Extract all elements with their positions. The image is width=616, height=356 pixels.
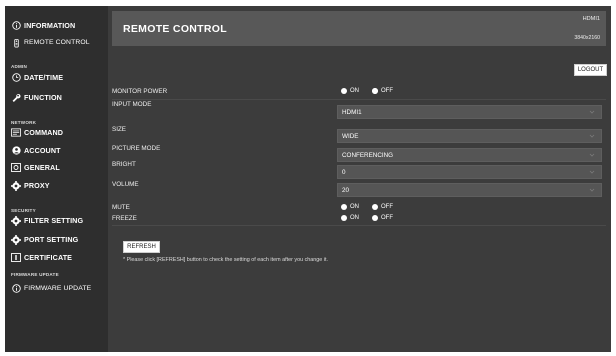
bright-value: 0	[342, 168, 346, 176]
main-panel: REMOTE CONTROL HDMI1 3840x2160 LOGOUT MO…	[108, 6, 611, 352]
mute-on-radio[interactable]: ON	[341, 204, 359, 210]
app-frame: INFORMATION REMOTE CONTROL ADMIN DATE/TI…	[5, 6, 611, 352]
sidebar-item-function[interactable]: FUNCTION	[11, 93, 62, 102]
clock-icon	[11, 73, 21, 82]
input-mode-label: INPUT MODE	[112, 101, 152, 108]
freeze-radio-group: ON OFF	[341, 213, 606, 223]
section-header-security: SECURITY	[11, 208, 36, 213]
chevron-down-icon	[589, 109, 595, 117]
chevron-down-icon	[589, 133, 595, 141]
radio-label: ON	[350, 215, 359, 221]
sidebar-item-label: CERTIFICATE	[24, 253, 73, 262]
wrench-icon	[11, 93, 21, 102]
picture-mode-value: CONFERENCING	[342, 151, 394, 159]
monitor-power-radio-group: ON OFF	[341, 85, 606, 97]
size-select[interactable]: WIDE	[337, 129, 602, 143]
certificate-icon	[11, 253, 21, 262]
volume-label: VOLUME	[112, 180, 139, 188]
sidebar-item-port-setting[interactable]: PORT SETTING	[11, 234, 79, 245]
section-header-network: NETWORK	[11, 120, 37, 125]
sidebar: INFORMATION REMOTE CONTROL ADMIN DATE/TI…	[5, 6, 108, 352]
sidebar-item-date-time[interactable]: DATE/TIME	[11, 73, 63, 82]
input-mode-value: HDMI1	[342, 108, 362, 116]
chevron-down-icon	[589, 169, 595, 177]
freeze-off-radio[interactable]: OFF	[372, 215, 393, 221]
radio-unselected-dot	[372, 88, 378, 94]
sidebar-item-label: REMOTE CONTROL	[24, 39, 90, 46]
refresh-button[interactable]: REFRESH	[123, 241, 160, 253]
resolution-text: 3840x2160	[574, 35, 600, 41]
radio-label: ON	[350, 204, 359, 210]
chevron-down-icon	[589, 187, 595, 195]
sidebar-item-label: PORT SETTING	[24, 235, 79, 244]
settings-box-icon	[11, 163, 21, 172]
bright-select[interactable]: 0	[337, 165, 602, 179]
freeze-on-radio[interactable]: ON	[341, 215, 359, 221]
info-icon	[11, 21, 21, 30]
sidebar-item-label: FIRMWARE UPDATE	[24, 285, 92, 292]
sidebar-item-information[interactable]: INFORMATION	[11, 21, 75, 30]
size-label: SIZE	[112, 125, 126, 133]
refresh-note: * Please click [REFRESH] button to check…	[123, 257, 328, 263]
monitor-power-off-radio[interactable]: OFF	[372, 88, 393, 94]
sidebar-item-command[interactable]: COMMAND	[11, 128, 63, 137]
sidebar-item-general[interactable]: GENERAL	[11, 163, 60, 172]
freeze-label: FREEZE	[112, 214, 137, 222]
monitor-power-label: MONITOR POWER	[112, 87, 168, 95]
sidebar-item-label: ACCOUNT	[24, 146, 61, 155]
radio-label: OFF	[381, 88, 393, 94]
sidebar-item-certificate[interactable]: CERTIFICATE	[11, 253, 72, 262]
gear-icon	[11, 180, 21, 191]
sidebar-item-label: FUNCTION	[24, 93, 62, 102]
gear-icon	[11, 234, 21, 245]
sidebar-item-remote-control[interactable]: REMOTE CONTROL	[11, 38, 90, 47]
input-mode-select[interactable]: HDMI1	[337, 105, 602, 119]
radio-label: ON	[350, 88, 359, 94]
mute-off-radio[interactable]: OFF	[372, 204, 393, 210]
mute-label: MUTE	[112, 203, 130, 211]
sidebar-item-proxy[interactable]: PROXY	[11, 180, 50, 191]
volume-value: 20	[342, 186, 350, 194]
size-value: WIDE	[342, 132, 359, 140]
sidebar-item-label: PROXY	[24, 181, 50, 190]
page-header: REMOTE CONTROL HDMI1 3840x2160	[112, 11, 606, 46]
sidebar-item-account[interactable]: ACCOUNT	[11, 146, 61, 155]
logout-button[interactable]: LOGOUT	[574, 64, 607, 76]
section-header-admin: ADMIN	[11, 64, 28, 69]
terminal-icon	[11, 128, 21, 137]
freeze-row: FREEZE ON OFF	[112, 213, 606, 223]
mute-row: MUTE ON OFF	[112, 202, 606, 212]
user-icon	[11, 146, 21, 155]
gear-icon	[11, 215, 21, 226]
radio-label: OFF	[381, 215, 393, 221]
section-header-firmware: FIRMWARE UPDATE	[11, 272, 59, 277]
radio-dot	[341, 215, 347, 221]
remote-icon	[11, 38, 21, 47]
monitor-power-on-radio[interactable]: ON	[341, 88, 359, 94]
monitor-power-row: MONITOR POWER ON OFF	[112, 85, 606, 97]
radio-dot	[341, 204, 347, 210]
sidebar-item-label: INFORMATION	[24, 21, 76, 30]
volume-select[interactable]: 20	[337, 183, 602, 197]
sidebar-item-label: COMMAND	[24, 128, 64, 137]
sidebar-item-label: DATE/TIME	[24, 73, 64, 82]
sidebar-item-filter-setting[interactable]: FILTER SETTING	[11, 215, 84, 226]
sidebar-item-firmware-update[interactable]: FIRMWARE UPDATE	[11, 284, 91, 293]
current-input-text: HDMI1	[582, 16, 600, 22]
radio-dot	[372, 204, 378, 210]
radio-label: OFF	[381, 204, 393, 210]
bright-label: BRIGHT	[112, 160, 136, 168]
sidebar-item-label: GENERAL	[24, 163, 60, 172]
picture-mode-label: PICTURE MODE	[112, 144, 161, 152]
info-icon	[11, 284, 21, 293]
sidebar-item-label: FILTER SETTING	[24, 216, 84, 225]
radio-selected-dot	[341, 88, 347, 94]
radio-dot	[372, 215, 378, 221]
mute-radio-group: ON OFF	[341, 202, 606, 212]
page-title: REMOTE CONTROL	[123, 23, 227, 35]
